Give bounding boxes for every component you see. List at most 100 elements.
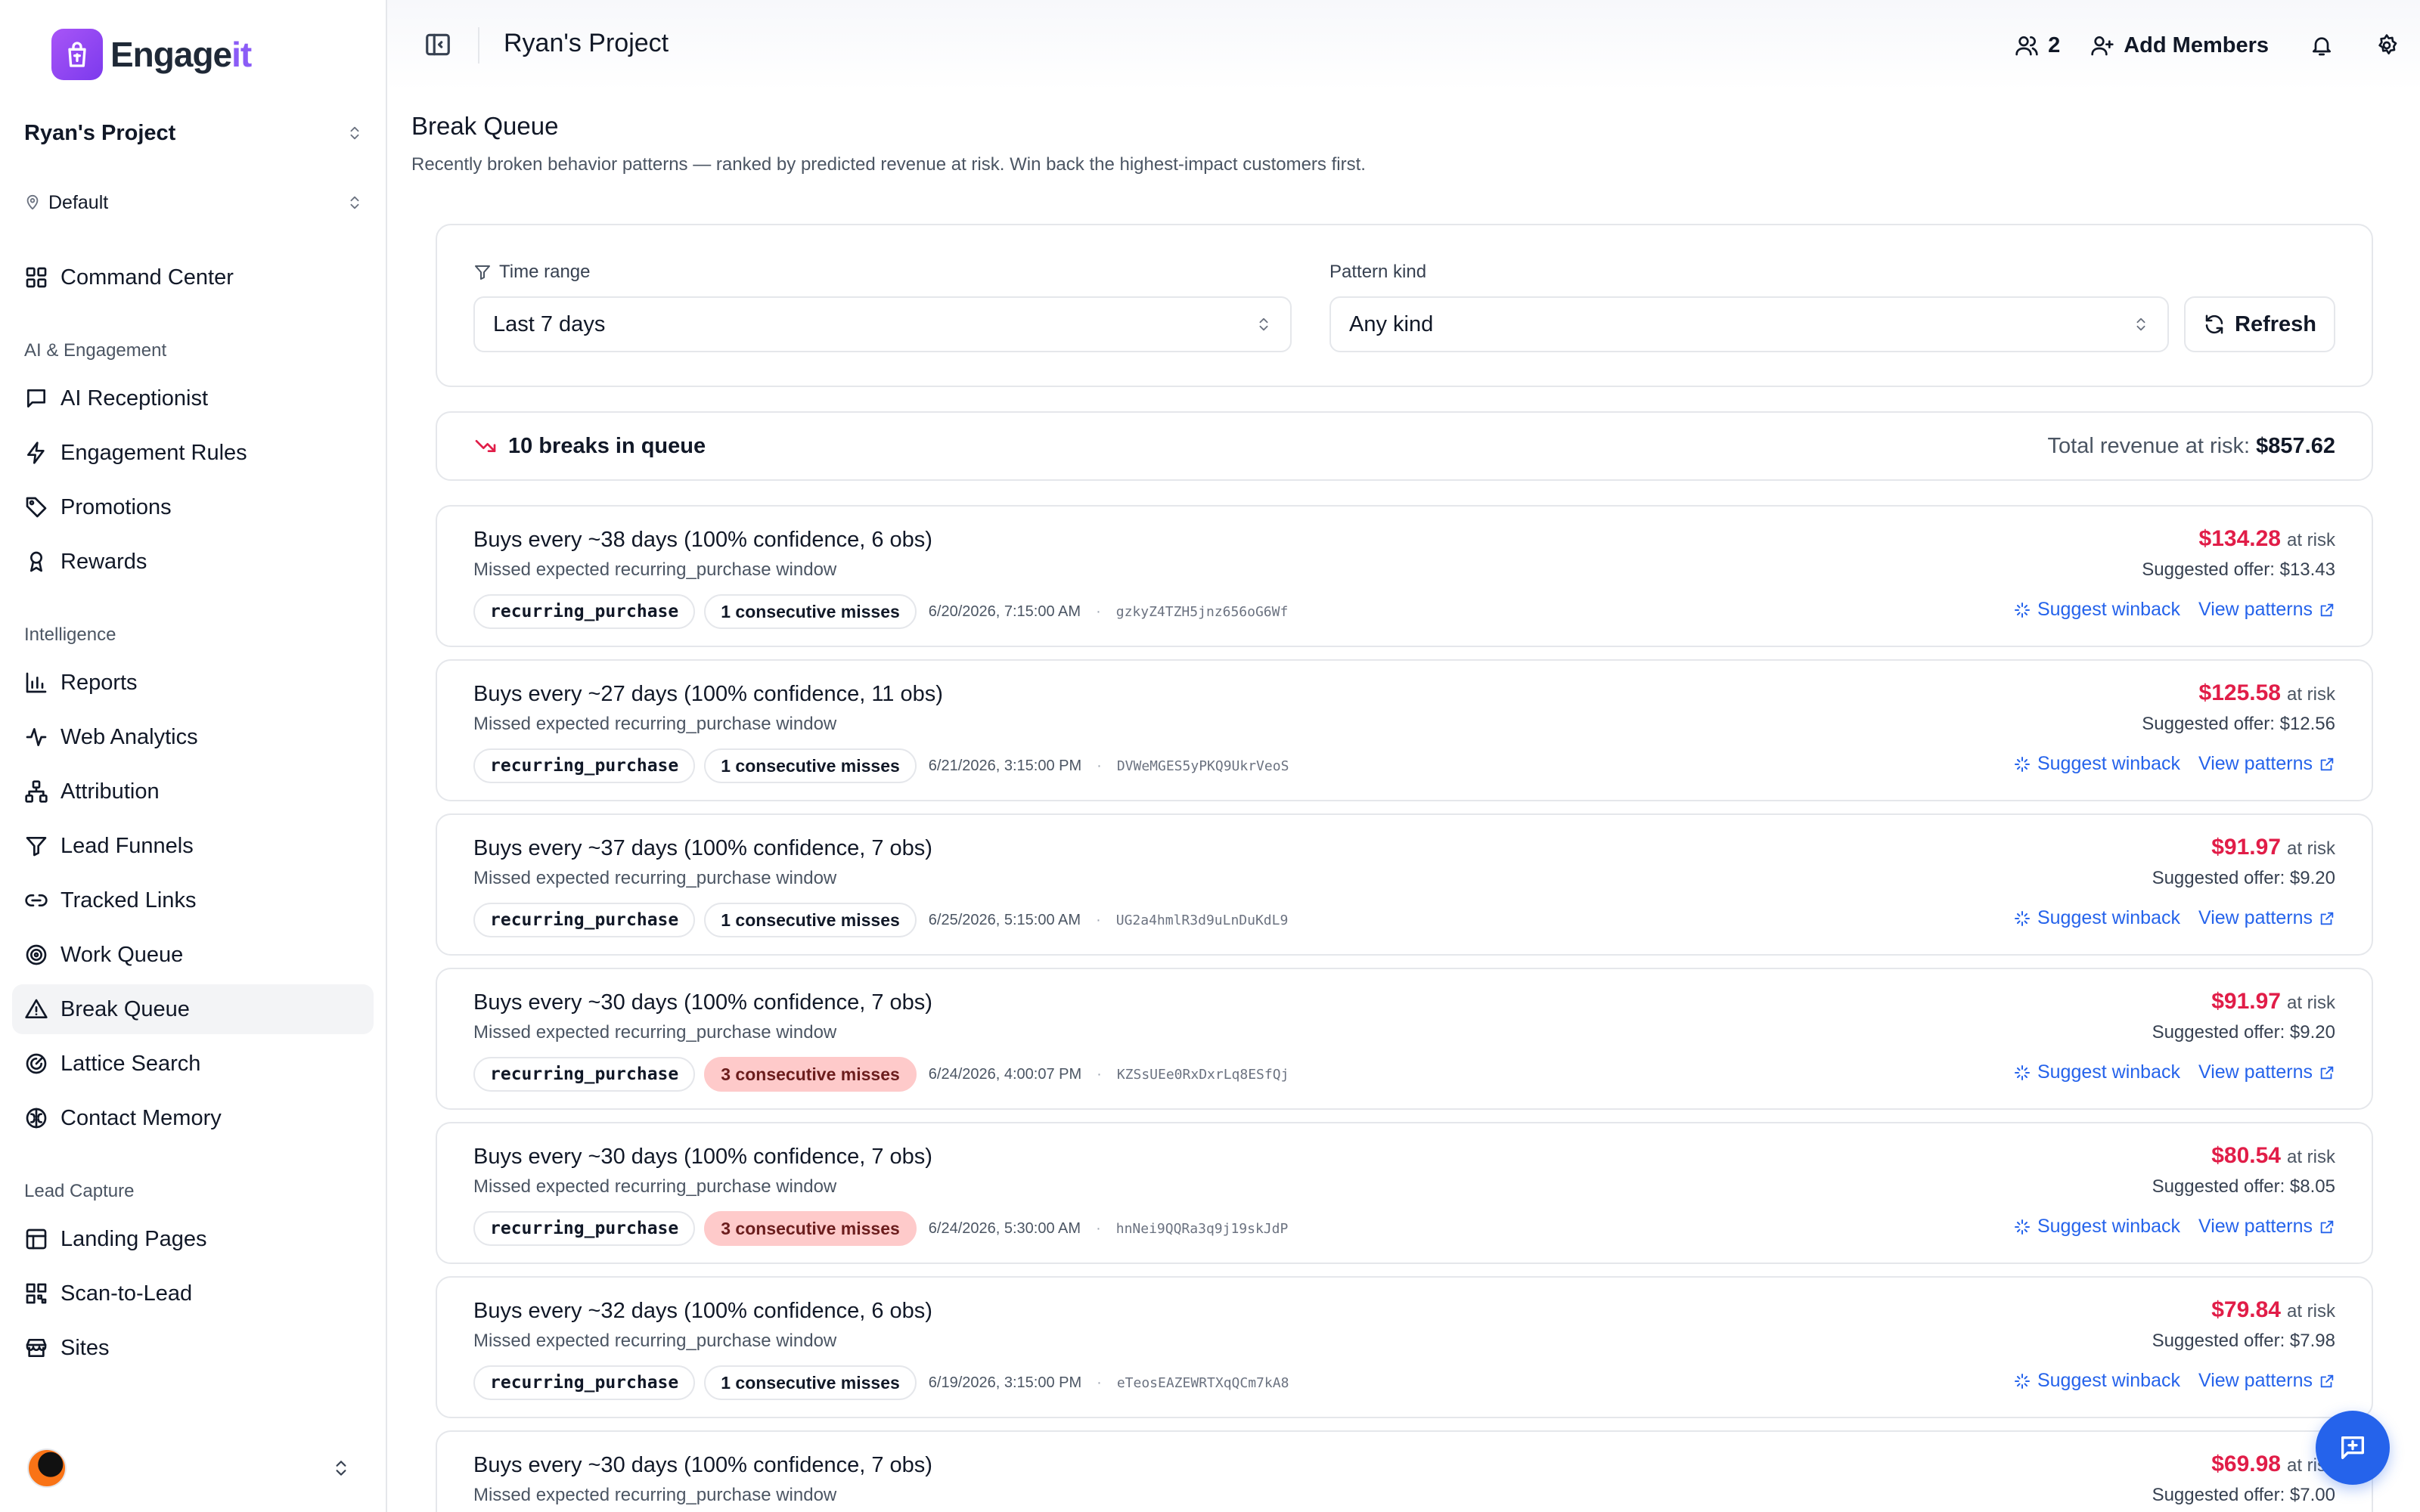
sidebar-item-web-analytics[interactable]: Web Analytics [12,712,374,762]
suggested-offer: Suggested offer: $9.20 [2152,1022,2335,1043]
add-members-button[interactable]: Add Members [2090,33,2269,58]
target-icon [24,943,48,967]
sidebar-item-work-queue[interactable]: Work Queue [12,930,374,980]
break-description: Missed expected recurring_purchase windo… [473,714,837,734]
project-selector[interactable]: Ryan's Project [24,116,363,150]
revenue-at-risk: $125.58 [2198,680,2281,705]
view-patterns-link[interactable]: View patterns [2198,1216,2335,1238]
sidebar-item-label: Promotions [60,494,172,519]
notifications-button[interactable] [2310,33,2334,57]
refresh-icon [2203,313,2226,336]
user-menu[interactable] [27,1448,351,1488]
separator-dot: · [1097,1374,1102,1391]
total-revenue-at-risk: Total revenue at risk: $857.62 [2047,433,2335,458]
external-link-icon [2319,1064,2335,1081]
sparkle-icon [2013,755,2031,773]
brand-name: Engageit [110,35,252,74]
break-count: 10 breaks in queue [508,433,706,458]
chat-icon [24,386,48,411]
pattern-kind-tag: recurring_purchase [473,903,696,937]
view-patterns-link[interactable]: View patterns [2198,599,2335,621]
break-time: 6/20/2026, 7:15:00 AM [928,603,1081,620]
at-risk-label: at risk [2286,993,2335,1013]
sidebar-toggle-icon[interactable] [424,30,452,59]
break-description: Missed expected recurring_purchase windo… [473,1331,837,1351]
sidebar-item-engagement-rules[interactable]: Engagement Rules [12,428,374,478]
sidebar-item-label: Scan-to-Lead [60,1281,193,1306]
suggest-winback-link[interactable]: Suggest winback [2013,1061,2180,1083]
location-selector[interactable]: Default [24,187,363,218]
at-risk-label: at risk [2286,530,2335,550]
time-range-label: Time range [473,262,591,283]
misses-tag: 1 consecutive misses [704,748,917,783]
sidebar-item-lattice-search[interactable]: Lattice Search [12,1039,374,1089]
message-square-plus-icon [2338,1433,2368,1463]
gear-icon [2375,33,2399,57]
page-subtitle: Recently broken behavior patterns — rank… [411,154,1366,175]
break-description: Missed expected recurring_purchase windo… [473,1176,837,1197]
filter-icon [473,263,492,281]
time-range-select[interactable]: Last 7 days [473,296,1292,352]
header-title: Ryan's Project [504,29,669,57]
ribbon-icon [24,550,48,574]
sidebar-item-label: Web Analytics [60,724,198,749]
view-patterns-link[interactable]: View patterns [2198,907,2335,929]
break-description: Missed expected recurring_purchase windo… [473,1022,837,1043]
pattern-kind-tag: recurring_purchase [473,1211,696,1246]
sidebar-item-contact-memory[interactable]: Contact Memory [12,1093,374,1143]
sidebar-item-lead-funnels[interactable]: Lead Funnels [12,821,374,871]
network-icon [24,779,48,804]
sparkle-icon [2013,909,2031,928]
contact-id: eTeosEAZEWRTXqQCm7kA8 [1116,1374,1289,1391]
sidebar-item-attribution[interactable]: Attribution [12,767,374,816]
pattern-kind-select[interactable]: Any kind [1329,296,2169,352]
sidebar-item-label: Command Center [60,265,234,290]
revenue-at-risk: $79.84 [2211,1297,2281,1322]
break-item: Buys every ~38 days (100% confidence, 6 … [436,505,2373,647]
view-patterns-link[interactable]: View patterns [2198,1370,2335,1392]
summary-card: 10 breaks in queue Total revenue at risk… [436,411,2373,481]
users-icon [2015,33,2039,57]
members-button[interactable]: 2 [2015,33,2060,58]
sidebar-item-promotions[interactable]: Promotions [12,482,374,532]
sidebar-item-ai-receptionist[interactable]: AI Receptionist [12,373,374,423]
sidebar-item-scan-to-lead[interactable]: Scan-to-Lead [12,1269,374,1318]
chat-fab-button[interactable] [2316,1411,2390,1485]
suggest-winback-link[interactable]: Suggest winback [2013,753,2180,775]
grid-icon [24,265,48,290]
break-title: Buys every ~32 days (100% confidence, 6 … [473,1299,932,1323]
refresh-button[interactable]: Refresh [2184,296,2335,352]
suggest-winback-link[interactable]: Suggest winback [2013,907,2180,929]
sidebar-item-label: Work Queue [60,942,184,967]
suggest-winback-link[interactable]: Suggest winback [2013,599,2180,621]
separator-dot: · [1096,911,1101,928]
break-title: Buys every ~30 days (100% confidence, 7 … [473,1453,932,1477]
view-patterns-link[interactable]: View patterns [2198,1061,2335,1083]
suggested-offer: Suggested offer: $13.43 [2142,559,2335,580]
activity-icon [24,725,48,749]
suggest-winback-link[interactable]: Suggest winback [2013,1216,2180,1238]
sidebar-item-rewards[interactable]: Rewards [12,537,374,587]
sidebar-item-reports[interactable]: Reports [12,658,374,708]
view-patterns-link[interactable]: View patterns [2198,753,2335,775]
suggest-winback-link[interactable]: Suggest winback [2013,1370,2180,1392]
external-link-icon [2319,602,2335,618]
settings-button[interactable] [2375,33,2399,57]
sidebar-item-landing-pages[interactable]: Landing Pages [12,1214,374,1264]
sidebar-item-label: Landing Pages [60,1226,207,1251]
bolt-icon [24,441,48,465]
break-description: Missed expected recurring_purchase windo… [473,1485,837,1505]
misses-tag: 3 consecutive misses [704,1211,917,1246]
at-risk-label: at risk [2286,838,2335,859]
chevron-up-down-icon [346,125,363,141]
sidebar-item-tracked-links[interactable]: Tracked Links [12,875,374,925]
sidebar-item-sites[interactable]: Sites [12,1323,374,1373]
warning-icon [24,997,48,1021]
break-time: 6/19/2026, 3:15:00 PM [928,1374,1082,1391]
misses-tag: 1 consecutive misses [704,1365,917,1400]
sidebar-item-command-center[interactable]: Command Center [12,253,374,302]
sidebar-item-break-queue[interactable]: Break Queue [12,984,374,1034]
brand-logo[interactable]: Engageit [51,29,252,80]
at-risk-label: at risk [2286,684,2335,705]
total-revenue-value: $857.62 [2256,433,2335,458]
